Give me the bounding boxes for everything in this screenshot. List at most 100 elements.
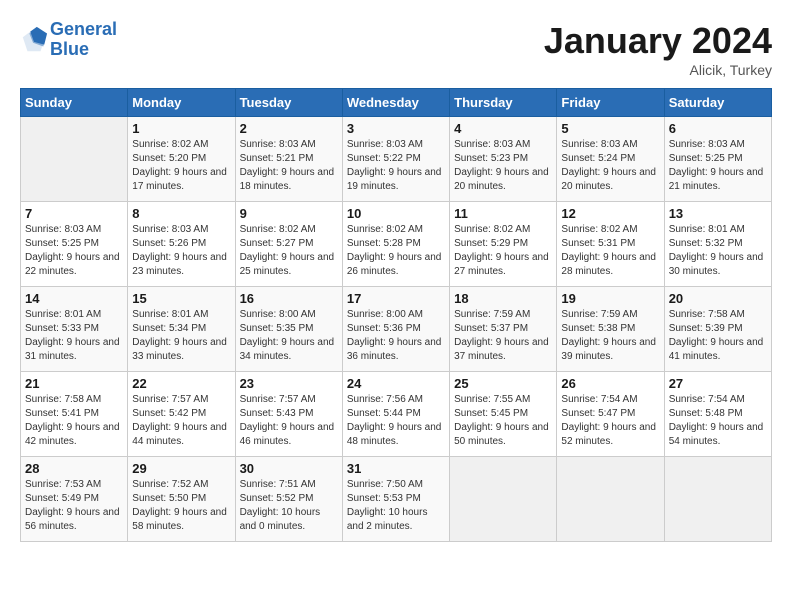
logo-blue: Blue: [50, 39, 89, 59]
day-number: 22: [132, 376, 230, 391]
day-detail: Sunrise: 8:01 AMSunset: 5:33 PMDaylight:…: [25, 308, 123, 364]
calendar-cell: 2 Sunrise: 8:03 AMSunset: 5:21 PMDayligh…: [235, 117, 342, 202]
day-detail: Sunrise: 7:58 AMSunset: 5:41 PMDaylight:…: [25, 393, 123, 449]
logo-icon: [20, 26, 48, 54]
day-detail: Sunrise: 8:03 AMSunset: 5:23 PMDaylight:…: [454, 138, 552, 194]
day-detail: Sunrise: 7:57 AMSunset: 5:42 PMDaylight:…: [132, 393, 230, 449]
calendar-cell: 12 Sunrise: 8:02 AMSunset: 5:31 PMDaylig…: [557, 202, 664, 287]
day-number: 28: [25, 461, 123, 476]
day-detail: Sunrise: 8:02 AMSunset: 5:27 PMDaylight:…: [240, 223, 338, 279]
day-number: 16: [240, 291, 338, 306]
day-number: 19: [561, 291, 659, 306]
day-detail: Sunrise: 8:03 AMSunset: 5:24 PMDaylight:…: [561, 138, 659, 194]
weekday-header-saturday: Saturday: [664, 89, 771, 117]
calendar-cell: 13 Sunrise: 8:01 AMSunset: 5:32 PMDaylig…: [664, 202, 771, 287]
calendar-cell: 19 Sunrise: 7:59 AMSunset: 5:38 PMDaylig…: [557, 287, 664, 372]
day-detail: Sunrise: 8:02 AMSunset: 5:28 PMDaylight:…: [347, 223, 445, 279]
day-number: 26: [561, 376, 659, 391]
month-title: January 2024: [544, 20, 772, 62]
calendar-cell: 29 Sunrise: 7:52 AMSunset: 5:50 PMDaylig…: [128, 457, 235, 542]
weekday-header-row: SundayMondayTuesdayWednesdayThursdayFrid…: [21, 89, 772, 117]
day-number: 25: [454, 376, 552, 391]
calendar-cell: 4 Sunrise: 8:03 AMSunset: 5:23 PMDayligh…: [450, 117, 557, 202]
weekday-header-friday: Friday: [557, 89, 664, 117]
calendar-cell: [557, 457, 664, 542]
day-detail: Sunrise: 8:01 AMSunset: 5:34 PMDaylight:…: [132, 308, 230, 364]
day-detail: Sunrise: 8:03 AMSunset: 5:22 PMDaylight:…: [347, 138, 445, 194]
calendar-cell: 22 Sunrise: 7:57 AMSunset: 5:42 PMDaylig…: [128, 372, 235, 457]
calendar-week-row: 7 Sunrise: 8:03 AMSunset: 5:25 PMDayligh…: [21, 202, 772, 287]
day-number: 2: [240, 121, 338, 136]
calendar-cell: 26 Sunrise: 7:54 AMSunset: 5:47 PMDaylig…: [557, 372, 664, 457]
day-detail: Sunrise: 8:00 AMSunset: 5:36 PMDaylight:…: [347, 308, 445, 364]
calendar-cell: 18 Sunrise: 7:59 AMSunset: 5:37 PMDaylig…: [450, 287, 557, 372]
calendar-cell: [450, 457, 557, 542]
weekday-header-wednesday: Wednesday: [342, 89, 449, 117]
day-detail: Sunrise: 7:52 AMSunset: 5:50 PMDaylight:…: [132, 478, 230, 534]
calendar-cell: 17 Sunrise: 8:00 AMSunset: 5:36 PMDaylig…: [342, 287, 449, 372]
day-detail: Sunrise: 7:56 AMSunset: 5:44 PMDaylight:…: [347, 393, 445, 449]
day-detail: Sunrise: 8:02 AMSunset: 5:31 PMDaylight:…: [561, 223, 659, 279]
day-number: 30: [240, 461, 338, 476]
logo-general: General: [50, 19, 117, 39]
day-number: 5: [561, 121, 659, 136]
day-number: 29: [132, 461, 230, 476]
calendar-cell: 27 Sunrise: 7:54 AMSunset: 5:48 PMDaylig…: [664, 372, 771, 457]
day-detail: Sunrise: 7:59 AMSunset: 5:37 PMDaylight:…: [454, 308, 552, 364]
day-number: 8: [132, 206, 230, 221]
calendar-cell: 5 Sunrise: 8:03 AMSunset: 5:24 PMDayligh…: [557, 117, 664, 202]
day-number: 13: [669, 206, 767, 221]
day-detail: Sunrise: 8:03 AMSunset: 5:26 PMDaylight:…: [132, 223, 230, 279]
calendar-cell: 7 Sunrise: 8:03 AMSunset: 5:25 PMDayligh…: [21, 202, 128, 287]
calendar-cell: 6 Sunrise: 8:03 AMSunset: 5:25 PMDayligh…: [664, 117, 771, 202]
calendar-cell: 9 Sunrise: 8:02 AMSunset: 5:27 PMDayligh…: [235, 202, 342, 287]
day-detail: Sunrise: 7:58 AMSunset: 5:39 PMDaylight:…: [669, 308, 767, 364]
calendar-cell: 11 Sunrise: 8:02 AMSunset: 5:29 PMDaylig…: [450, 202, 557, 287]
calendar-cell: 14 Sunrise: 8:01 AMSunset: 5:33 PMDaylig…: [21, 287, 128, 372]
calendar-cell: 21 Sunrise: 7:58 AMSunset: 5:41 PMDaylig…: [21, 372, 128, 457]
calendar-cell: 16 Sunrise: 8:00 AMSunset: 5:35 PMDaylig…: [235, 287, 342, 372]
logo-text: General Blue: [50, 20, 117, 60]
logo: General Blue: [20, 20, 117, 60]
day-number: 18: [454, 291, 552, 306]
day-number: 15: [132, 291, 230, 306]
calendar-table: SundayMondayTuesdayWednesdayThursdayFrid…: [20, 88, 772, 542]
day-detail: Sunrise: 7:51 AMSunset: 5:52 PMDaylight:…: [240, 478, 338, 534]
day-number: 24: [347, 376, 445, 391]
calendar-week-row: 1 Sunrise: 8:02 AMSunset: 5:20 PMDayligh…: [21, 117, 772, 202]
location-subtitle: Alicik, Turkey: [544, 62, 772, 78]
day-detail: Sunrise: 8:03 AMSunset: 5:25 PMDaylight:…: [669, 138, 767, 194]
calendar-cell: 10 Sunrise: 8:02 AMSunset: 5:28 PMDaylig…: [342, 202, 449, 287]
day-number: 23: [240, 376, 338, 391]
day-detail: Sunrise: 7:55 AMSunset: 5:45 PMDaylight:…: [454, 393, 552, 449]
calendar-cell: 31 Sunrise: 7:50 AMSunset: 5:53 PMDaylig…: [342, 457, 449, 542]
day-detail: Sunrise: 7:57 AMSunset: 5:43 PMDaylight:…: [240, 393, 338, 449]
calendar-cell: 3 Sunrise: 8:03 AMSunset: 5:22 PMDayligh…: [342, 117, 449, 202]
day-detail: Sunrise: 7:50 AMSunset: 5:53 PMDaylight:…: [347, 478, 445, 534]
weekday-header-tuesday: Tuesday: [235, 89, 342, 117]
day-number: 9: [240, 206, 338, 221]
day-detail: Sunrise: 7:59 AMSunset: 5:38 PMDaylight:…: [561, 308, 659, 364]
day-detail: Sunrise: 8:03 AMSunset: 5:25 PMDaylight:…: [25, 223, 123, 279]
day-detail: Sunrise: 7:54 AMSunset: 5:47 PMDaylight:…: [561, 393, 659, 449]
day-number: 27: [669, 376, 767, 391]
day-number: 11: [454, 206, 552, 221]
day-number: 10: [347, 206, 445, 221]
calendar-cell: 15 Sunrise: 8:01 AMSunset: 5:34 PMDaylig…: [128, 287, 235, 372]
calendar-cell: 23 Sunrise: 7:57 AMSunset: 5:43 PMDaylig…: [235, 372, 342, 457]
weekday-header-thursday: Thursday: [450, 89, 557, 117]
calendar-cell: 20 Sunrise: 7:58 AMSunset: 5:39 PMDaylig…: [664, 287, 771, 372]
day-number: 20: [669, 291, 767, 306]
day-detail: Sunrise: 7:53 AMSunset: 5:49 PMDaylight:…: [25, 478, 123, 534]
calendar-cell: 28 Sunrise: 7:53 AMSunset: 5:49 PMDaylig…: [21, 457, 128, 542]
calendar-week-row: 14 Sunrise: 8:01 AMSunset: 5:33 PMDaylig…: [21, 287, 772, 372]
day-number: 7: [25, 206, 123, 221]
calendar-cell: [21, 117, 128, 202]
weekday-header-sunday: Sunday: [21, 89, 128, 117]
calendar-cell: 25 Sunrise: 7:55 AMSunset: 5:45 PMDaylig…: [450, 372, 557, 457]
weekday-header-monday: Monday: [128, 89, 235, 117]
day-detail: Sunrise: 7:54 AMSunset: 5:48 PMDaylight:…: [669, 393, 767, 449]
day-detail: Sunrise: 8:02 AMSunset: 5:20 PMDaylight:…: [132, 138, 230, 194]
day-number: 17: [347, 291, 445, 306]
calendar-week-row: 21 Sunrise: 7:58 AMSunset: 5:41 PMDaylig…: [21, 372, 772, 457]
